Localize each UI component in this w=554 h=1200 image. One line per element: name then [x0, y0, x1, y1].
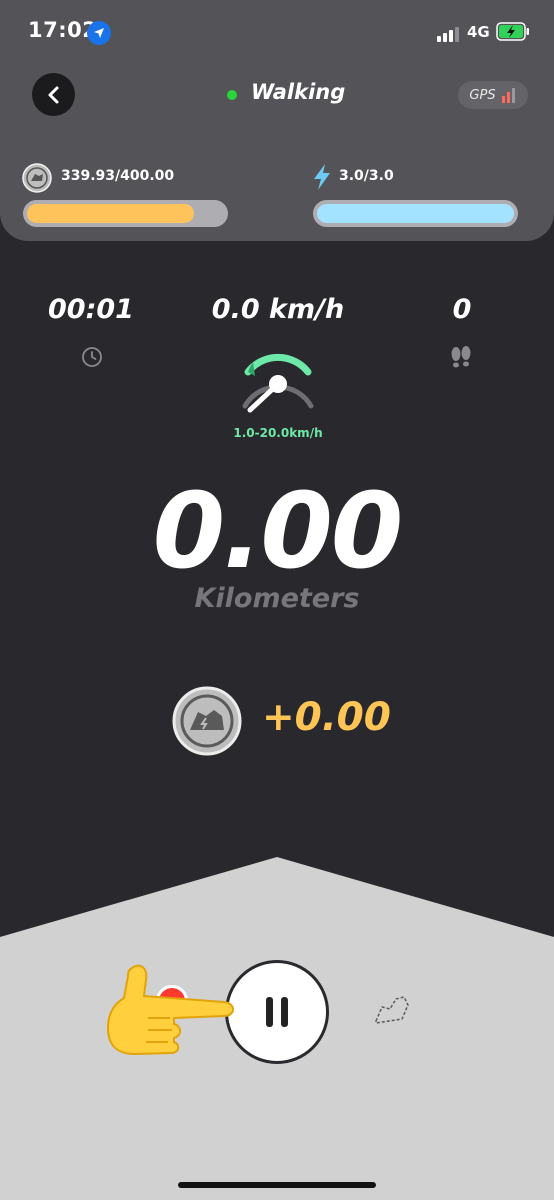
- speed-gauge-icon: [242, 353, 314, 413]
- distance-value: 0.00: [152, 470, 404, 592]
- home-indicator: [178, 1182, 376, 1188]
- step-count: 0: [452, 294, 472, 325]
- battery-charging-icon: [496, 22, 529, 41]
- shoe-outline-icon: [375, 996, 409, 1024]
- pointing-hand-icon: [106, 964, 234, 1056]
- token-balance: 339.93/400.00: [61, 168, 175, 184]
- location-arrow-icon: [87, 21, 111, 45]
- gps-indicator[interactable]: GPS: [458, 81, 528, 109]
- energy-bolt-icon: [314, 164, 330, 190]
- pause-icon: [266, 997, 288, 1027]
- back-button[interactable]: [32, 73, 75, 116]
- top-panel: 17:02 4G Walking GPS 339.93/400.00 3.0/3…: [0, 0, 554, 241]
- gps-label: GPS: [469, 87, 496, 103]
- signal-bars-icon: [501, 88, 515, 103]
- shoe-coin-icon: [172, 686, 242, 756]
- earnings-value: +0.00: [262, 695, 391, 740]
- clock-icon: [82, 347, 102, 367]
- energy-progress-fill: [317, 204, 514, 223]
- mode-title: Walking: [251, 80, 346, 104]
- footprints-icon: [451, 346, 471, 368]
- token-progress-bar: [23, 200, 228, 227]
- energy-progress-bar: [313, 200, 518, 227]
- chevron-left-icon: [48, 86, 58, 103]
- distance-unit: Kilometers: [194, 583, 360, 614]
- network-label: 4G: [467, 23, 490, 41]
- token-progress-fill: [27, 204, 194, 223]
- status-dot: [227, 90, 237, 100]
- energy-balance: 3.0/3.0: [339, 168, 394, 184]
- token-coin-icon: [22, 163, 52, 193]
- elapsed-time: 00:01: [48, 294, 134, 325]
- cellular-signal-icon: [437, 27, 459, 42]
- current-speed: 0.0 km/h: [211, 294, 345, 325]
- speed-range-label: 1.0-20.0km/h: [233, 426, 323, 440]
